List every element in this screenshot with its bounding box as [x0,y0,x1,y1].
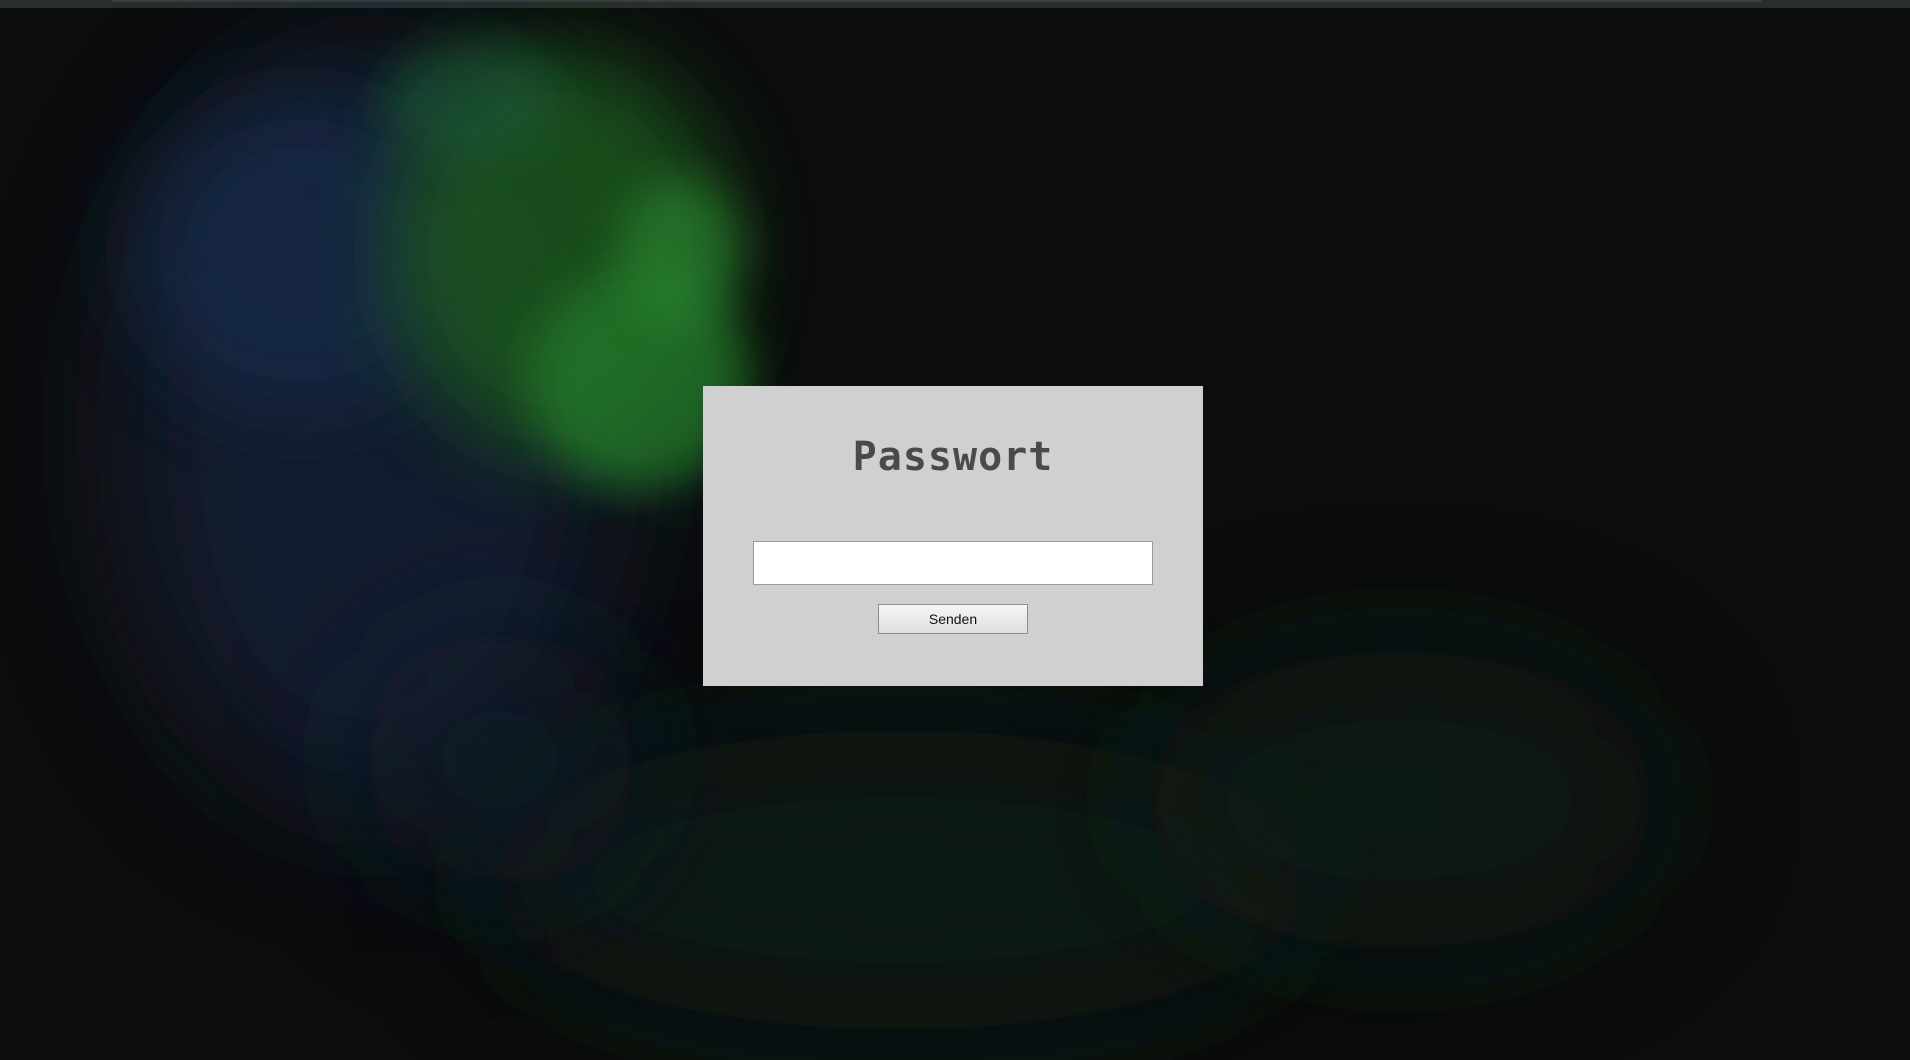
dialog-title: Passwort [852,434,1054,480]
login-dialog: Passwort Senden [703,386,1203,686]
password-field[interactable] [753,541,1153,585]
page-background: Passwort Senden [0,0,1910,1060]
submit-button[interactable]: Senden [878,604,1028,634]
